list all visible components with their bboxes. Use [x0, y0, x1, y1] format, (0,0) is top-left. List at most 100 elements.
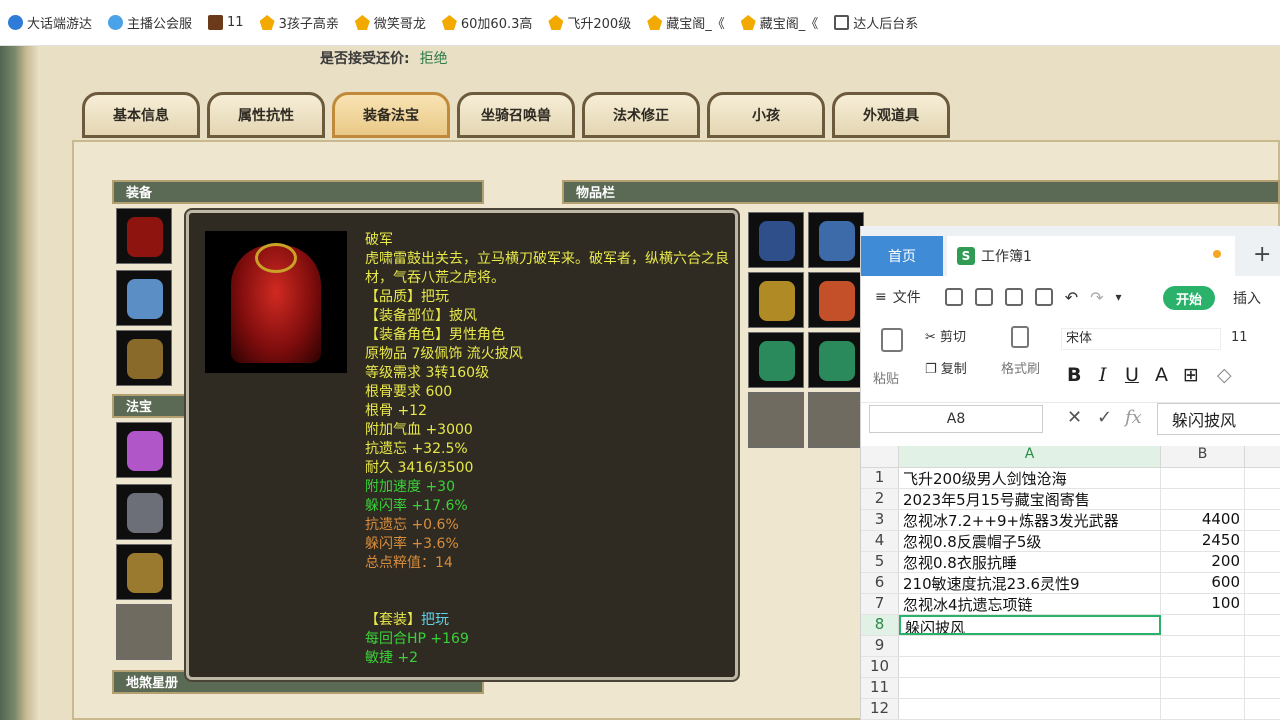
cell[interactable] — [1161, 657, 1245, 677]
cell[interactable]: 600 — [1161, 573, 1245, 593]
paste-label[interactable]: 粘贴 — [873, 368, 899, 387]
cell[interactable] — [1161, 636, 1245, 656]
row-number[interactable]: 1 — [861, 468, 899, 488]
cell[interactable]: 210敏速度抗混23.6灵性9 — [899, 573, 1161, 593]
inventory-slot[interactable] — [808, 392, 864, 448]
bookmark-item[interactable]: 达人后台系 — [834, 13, 918, 32]
treasure-slot[interactable] — [116, 484, 172, 540]
column-header-b[interactable]: B — [1161, 446, 1245, 467]
inventory-slot[interactable] — [748, 392, 804, 448]
row-number[interactable]: 4 — [861, 531, 899, 551]
bookmark-item[interactable]: 微笑哥龙 — [354, 13, 426, 32]
row-number[interactable]: 2 — [861, 489, 899, 509]
cut-button[interactable]: ✂ 剪切 — [925, 326, 966, 345]
cell[interactable]: 忽视冰7.2++9+炼器3发光武器 — [899, 510, 1161, 530]
bookmark-item[interactable]: 藏宝阁_《 — [647, 13, 725, 32]
cell[interactable]: 200 — [1161, 552, 1245, 572]
row-number[interactable]: 8 — [861, 615, 899, 635]
column-header-a[interactable]: A — [899, 446, 1161, 467]
inventory-slot[interactable] — [748, 272, 804, 328]
select-all-corner[interactable] — [861, 446, 899, 467]
more-dropdown-icon[interactable]: ▾ — [1116, 290, 1122, 304]
cell[interactable] — [899, 678, 1161, 698]
format-painter-icon[interactable] — [1011, 326, 1029, 348]
tab-children[interactable]: 小孩 — [707, 92, 825, 138]
cell[interactable]: 2023年5月15号藏宝阁寄售 — [899, 489, 1161, 509]
cell[interactable] — [899, 636, 1161, 656]
bookmark-item[interactable]: 大话端游达 — [8, 13, 92, 32]
row-number[interactable]: 6 — [861, 573, 899, 593]
name-box[interactable]: A8 — [869, 405, 1043, 433]
tab-spell-modifiers[interactable]: 法术修正 — [582, 92, 700, 138]
fill-color-icon[interactable]: ◇ — [1217, 364, 1232, 386]
menu-file[interactable]: 文件 — [893, 287, 921, 307]
cell[interactable]: 2450 — [1161, 531, 1245, 551]
cell[interactable]: 忽视0.8衣服抗睡 — [899, 552, 1161, 572]
bookmark-item[interactable]: 主播公会服 — [108, 13, 192, 32]
bookmark-item[interactable]: 飞升200级 — [548, 13, 631, 32]
print-icon[interactable] — [1004, 288, 1023, 306]
cell[interactable] — [1161, 699, 1245, 719]
save-icon[interactable] — [944, 288, 963, 306]
row-number[interactable]: 11 — [861, 678, 899, 698]
cell[interactable]: 4400 — [1161, 510, 1245, 530]
tab-workbook[interactable]: S 工作簿1 — [947, 236, 1235, 276]
tab-appearance[interactable]: 外观道具 — [832, 92, 950, 138]
row-number[interactable]: 3 — [861, 510, 899, 530]
tab-basic-info[interactable]: 基本信息 — [82, 92, 200, 138]
row-number[interactable]: 9 — [861, 636, 899, 656]
inventory-slot[interactable] — [748, 212, 804, 268]
cell[interactable] — [1161, 615, 1245, 635]
cell[interactable] — [899, 657, 1161, 677]
export-icon[interactable] — [974, 288, 993, 306]
redo-icon[interactable]: ↷ — [1090, 288, 1103, 307]
font-size-select[interactable]: 11 — [1227, 328, 1280, 350]
function-icon[interactable]: fx — [1125, 407, 1142, 428]
tab-equipment[interactable]: 装备法宝 — [332, 92, 450, 138]
inventory-slot[interactable] — [808, 272, 864, 328]
equipment-slot[interactable] — [116, 208, 172, 264]
tab-attributes[interactable]: 属性抗性 — [207, 92, 325, 138]
underline-icon[interactable]: U — [1125, 364, 1139, 386]
start-tab-button[interactable]: 开始 — [1163, 286, 1215, 310]
cell[interactable]: 忽视冰4抗遗忘项链 — [899, 594, 1161, 614]
row-number[interactable]: 7 — [861, 594, 899, 614]
italic-icon[interactable]: I — [1099, 364, 1107, 386]
tab-mounts-pets[interactable]: 坐骑召唤兽 — [457, 92, 575, 138]
inventory-slot[interactable] — [748, 332, 804, 388]
bookmark-item[interactable]: 60加60.3高 — [441, 13, 532, 32]
inventory-slot[interactable] — [808, 212, 864, 268]
bold-icon[interactable]: B — [1067, 364, 1081, 386]
bookmark-item[interactable]: 3孩子高亲 — [259, 13, 339, 32]
inventory-slot[interactable] — [808, 332, 864, 388]
active-cell[interactable]: 躲闪披风 — [899, 615, 1161, 635]
undo-icon[interactable]: ↶ — [1065, 288, 1078, 307]
equipment-slot[interactable] — [116, 330, 172, 386]
treasure-slot[interactable] — [116, 422, 172, 478]
cell[interactable] — [1161, 489, 1245, 509]
equipment-slot[interactable] — [116, 270, 172, 326]
row-number[interactable]: 10 — [861, 657, 899, 677]
cell[interactable] — [899, 699, 1161, 719]
menu-insert[interactable]: 插入 — [1233, 288, 1261, 308]
preview-icon[interactable] — [1034, 288, 1053, 306]
row-number[interactable]: 12 — [861, 699, 899, 719]
new-tab-button[interactable]: + — [1253, 242, 1271, 267]
treasure-slot[interactable] — [116, 604, 172, 660]
treasure-slot[interactable] — [116, 544, 172, 600]
cell[interactable] — [1161, 468, 1245, 488]
font-select[interactable]: 宋体 — [1061, 328, 1221, 350]
cell[interactable] — [1161, 678, 1245, 698]
row-number[interactable]: 5 — [861, 552, 899, 572]
cancel-icon[interactable]: ✕ — [1067, 407, 1082, 428]
paste-icon[interactable] — [881, 328, 903, 352]
menu-icon[interactable]: ≡ — [875, 289, 887, 305]
bookmark-item[interactable]: 藏宝阁_《 — [740, 13, 818, 32]
strikethrough-icon[interactable]: A — [1155, 364, 1168, 386]
border-icon[interactable]: ⊞ — [1183, 364, 1199, 386]
confirm-icon[interactable]: ✓ — [1097, 407, 1112, 428]
copy-button[interactable]: ❐ 复制 — [925, 358, 967, 377]
cell[interactable]: 忽视0.8反震帽子5级 — [899, 531, 1161, 551]
cell[interactable]: 飞升200级男人剑蚀沧海 — [899, 468, 1161, 488]
bookmark-item[interactable]: 11 — [208, 15, 244, 30]
